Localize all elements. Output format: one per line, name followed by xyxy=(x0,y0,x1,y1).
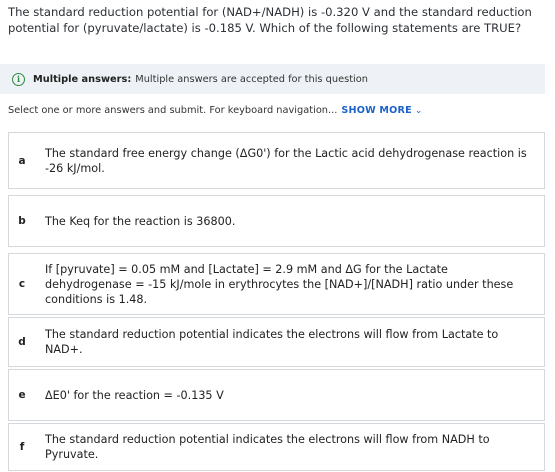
instruction-text: Select one or more answers and submit. F… xyxy=(8,105,338,116)
option-text: The standard free energy change (ΔG0') f… xyxy=(45,146,527,175)
option-f[interactable]: f The standard reduction potential indic… xyxy=(8,423,545,471)
option-letter: c xyxy=(18,278,26,290)
option-letter: d xyxy=(18,336,26,348)
option-text: ΔE0' for the reaction = -0.135 V xyxy=(45,388,224,402)
notice-text: Multiple answers are accepted for this q… xyxy=(135,73,368,85)
question-text: The standard reduction potential for (NA… xyxy=(8,5,532,35)
option-text: If [pyruvate] = 0.05 mM and [Lactate] = … xyxy=(45,262,514,306)
option-letter: b xyxy=(18,215,26,227)
option-letter: f xyxy=(19,441,25,453)
option-text: The standard reduction potential indicat… xyxy=(45,433,490,461)
multiple-answers-notice: i Multiple answers: Multiple answers are… xyxy=(0,64,545,94)
info-icon: i xyxy=(12,72,25,86)
instruction-line: Select one or more answers and submit. F… xyxy=(8,105,422,116)
chevron-down-icon[interactable]: ⌄ xyxy=(415,106,423,116)
option-letter: e xyxy=(18,389,26,401)
option-text: The standard reduction potential indicat… xyxy=(45,328,499,356)
option-c[interactable]: c If [pyruvate] = 0.05 mM and [Lactate] … xyxy=(8,253,545,315)
option-a[interactable]: a The standard free energy change (ΔG0')… xyxy=(8,132,545,189)
notice-title: Multiple answers: xyxy=(33,73,132,85)
show-more-link[interactable]: SHOW MORE xyxy=(341,105,411,116)
option-letter: a xyxy=(18,154,26,167)
option-b[interactable]: b The Keq for the reaction is 36800. xyxy=(8,195,545,247)
option-d[interactable]: d The standard reduction potential indic… xyxy=(8,317,545,367)
option-text: The Keq for the reaction is 36800. xyxy=(45,214,236,228)
option-e[interactable]: e ΔE0' for the reaction = -0.135 V xyxy=(8,369,545,421)
